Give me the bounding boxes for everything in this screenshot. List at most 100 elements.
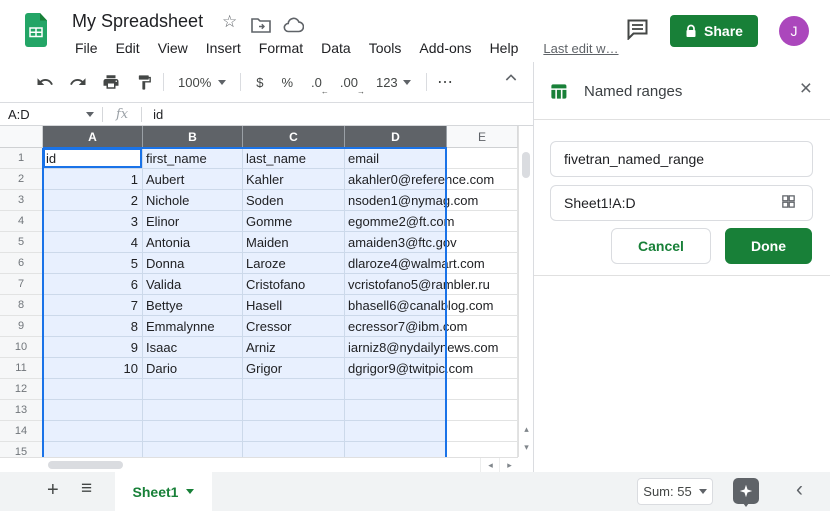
comment-history-icon[interactable] xyxy=(626,18,650,45)
cell-C1[interactable]: last_name xyxy=(243,148,345,169)
menu-data[interactable]: Data xyxy=(312,38,360,58)
cell-C9[interactable]: Cressor xyxy=(243,316,345,337)
avatar[interactable]: J xyxy=(779,16,809,46)
menu-tools[interactable]: Tools xyxy=(360,38,411,58)
formula-input[interactable]: id xyxy=(142,107,163,122)
sum-dropdown[interactable]: Sum: 55 xyxy=(637,478,713,505)
cell-D13[interactable] xyxy=(345,400,447,421)
column-header-D[interactable]: D xyxy=(345,126,447,148)
cell-D14[interactable] xyxy=(345,421,447,442)
cell-B8[interactable]: Bettye xyxy=(143,295,243,316)
row-header-12[interactable]: 12 xyxy=(0,379,43,400)
cell-B13[interactable] xyxy=(143,400,243,421)
cell-A5[interactable]: 4 xyxy=(43,232,143,253)
cell-D12[interactable] xyxy=(345,379,447,400)
cell-A1[interactable]: id xyxy=(43,148,143,169)
cell-B2[interactable]: Aubert xyxy=(143,169,243,190)
cell-C4[interactable]: Gomme xyxy=(243,211,345,232)
cell-D10[interactable]: iarniz8@nydailynews.com xyxy=(345,337,447,358)
cell-E15[interactable] xyxy=(447,442,518,457)
move-folder-icon[interactable] xyxy=(251,17,271,38)
cell-D11[interactable]: dgrigor9@twitpic.com xyxy=(345,358,447,379)
cell-C10[interactable]: Arniz xyxy=(243,337,345,358)
row-header-5[interactable]: 5 xyxy=(0,232,43,253)
decrease-decimal-button[interactable]: .0← xyxy=(302,69,331,95)
scroll-down-icon[interactable]: ▾ xyxy=(519,440,534,454)
row-header-6[interactable]: 6 xyxy=(0,253,43,274)
cell-B1[interactable]: first_name xyxy=(143,148,243,169)
cell-A10[interactable]: 9 xyxy=(43,337,143,358)
add-sheet-icon[interactable]: + xyxy=(47,479,59,502)
menu-addons[interactable]: Add-ons xyxy=(410,38,480,58)
collapse-toolbar-icon[interactable] xyxy=(503,70,519,91)
cell-B4[interactable]: Elinor xyxy=(143,211,243,232)
scroll-right-icon[interactable]: ▸ xyxy=(499,458,519,472)
cell-A15[interactable] xyxy=(43,442,143,457)
row-header-7[interactable]: 7 xyxy=(0,274,43,295)
range-name-input[interactable] xyxy=(550,141,813,177)
cell-D3[interactable]: nsoden1@nymag.com xyxy=(345,190,447,211)
last-edit-link[interactable]: Last edit w… xyxy=(543,41,618,56)
cell-A6[interactable]: 5 xyxy=(43,253,143,274)
row-header-14[interactable]: 14 xyxy=(0,421,43,442)
scroll-up-icon[interactable]: ▴ xyxy=(519,422,534,436)
row-header-8[interactable]: 8 xyxy=(0,295,43,316)
cell-C5[interactable]: Maiden xyxy=(243,232,345,253)
select-data-range-icon[interactable] xyxy=(780,193,797,215)
menu-file[interactable]: File xyxy=(66,38,107,58)
cell-B10[interactable]: Isaac xyxy=(143,337,243,358)
cloud-status-icon[interactable] xyxy=(283,17,304,38)
paint-format-icon[interactable] xyxy=(131,69,157,95)
cell-A12[interactable] xyxy=(43,379,143,400)
column-header-E[interactable]: E xyxy=(447,126,518,148)
number-format-button[interactable]: 123 xyxy=(367,69,420,95)
cell-B7[interactable]: Valida xyxy=(143,274,243,295)
undo-icon[interactable] xyxy=(32,69,58,95)
cell-E14[interactable] xyxy=(447,421,518,442)
close-icon[interactable]: × xyxy=(800,78,812,99)
menu-edit[interactable]: Edit xyxy=(107,38,149,58)
row-header-9[interactable]: 9 xyxy=(0,316,43,337)
cell-A2[interactable]: 1 xyxy=(43,169,143,190)
cell-A9[interactable]: 8 xyxy=(43,316,143,337)
cell-B12[interactable] xyxy=(143,379,243,400)
name-box[interactable]: A:D xyxy=(0,107,102,122)
cell-D2[interactable]: akahler0@reference.com xyxy=(345,169,447,190)
cell-E12[interactable] xyxy=(447,379,518,400)
cell-E13[interactable] xyxy=(447,400,518,421)
cell-D7[interactable]: vcristofano5@rambler.ru xyxy=(345,274,447,295)
row-header-13[interactable]: 13 xyxy=(0,400,43,421)
horizontal-scrollbar[interactable]: ◂ ▸ xyxy=(0,457,518,472)
column-header-B[interactable]: B xyxy=(143,126,243,148)
redo-icon[interactable] xyxy=(65,69,91,95)
cell-B3[interactable]: Nichole xyxy=(143,190,243,211)
cell-B11[interactable]: Dario xyxy=(143,358,243,379)
cancel-button[interactable]: Cancel xyxy=(611,228,711,264)
range-ref-input[interactable] xyxy=(550,185,813,221)
cell-E5[interactable] xyxy=(447,232,518,253)
cell-C15[interactable] xyxy=(243,442,345,457)
horizontal-scrollbar-thumb[interactable] xyxy=(48,461,123,469)
cell-C7[interactable]: Cristofano xyxy=(243,274,345,295)
menu-help[interactable]: Help xyxy=(481,38,528,58)
cell-A7[interactable]: 6 xyxy=(43,274,143,295)
increase-decimal-button[interactable]: .00→ xyxy=(331,69,367,95)
sheets-logo-icon[interactable] xyxy=(24,13,48,52)
menu-format[interactable]: Format xyxy=(250,38,312,58)
scroll-left-icon[interactable]: ◂ xyxy=(480,458,500,472)
row-header-3[interactable]: 3 xyxy=(0,190,43,211)
cell-D4[interactable]: egomme2@ft.com xyxy=(345,211,447,232)
cell-D1[interactable]: email xyxy=(345,148,447,169)
cell-B5[interactable]: Antonia xyxy=(143,232,243,253)
cell-C11[interactable]: Grigor xyxy=(243,358,345,379)
cell-D8[interactable]: bhasell6@canalblog.com xyxy=(345,295,447,316)
cell-D6[interactable]: dlaroze4@walmart.com xyxy=(345,253,447,274)
star-icon[interactable]: ☆ xyxy=(222,12,237,32)
menu-insert[interactable]: Insert xyxy=(197,38,250,58)
cell-B15[interactable] xyxy=(143,442,243,457)
vertical-scrollbar-thumb[interactable] xyxy=(522,152,530,178)
more-toolbar-icon[interactable]: ⋯ xyxy=(433,69,459,95)
row-header-2[interactable]: 2 xyxy=(0,169,43,190)
menu-view[interactable]: View xyxy=(149,38,197,58)
cell-C13[interactable] xyxy=(243,400,345,421)
